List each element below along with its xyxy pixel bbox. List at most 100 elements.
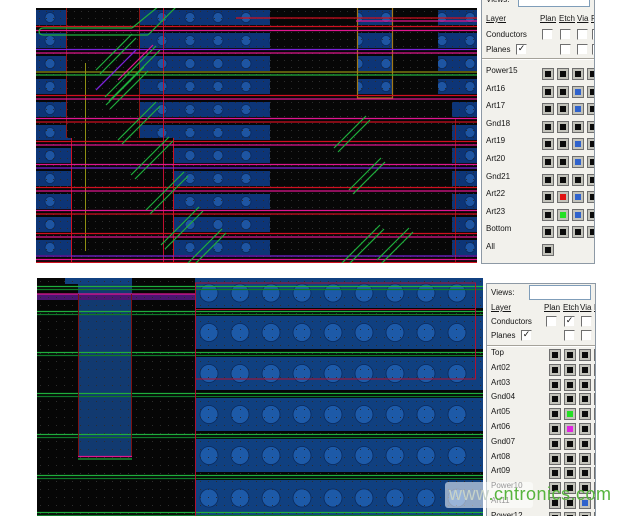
checkbox-checked[interactable]: ✓ [564,316,575,327]
color-swatch[interactable] [594,364,596,376]
color-swatch[interactable] [587,138,595,150]
color-swatch[interactable] [594,438,596,450]
color-swatch[interactable] [549,393,561,405]
color-swatch[interactable] [579,512,591,516]
color-swatch[interactable] [594,453,596,465]
column-header-plan[interactable]: Plan [544,303,560,312]
color-swatch[interactable] [542,209,554,221]
color-swatch[interactable] [564,423,576,435]
checkbox[interactable] [546,316,557,327]
color-swatch[interactable] [564,408,576,420]
checkbox[interactable] [577,29,588,40]
color-swatch[interactable] [549,408,561,420]
color-swatch[interactable] [557,138,569,150]
color-swatch[interactable] [557,209,569,221]
color-swatch[interactable] [579,423,591,435]
checkbox[interactable] [581,316,592,327]
color-swatch[interactable] [564,453,576,465]
column-header-plan[interactable]: Plan [540,14,556,23]
color-swatch[interactable] [572,121,584,133]
column-header-via[interactable]: Via [580,303,591,312]
color-swatch[interactable] [594,393,596,405]
color-swatch[interactable] [579,379,591,391]
color-swatch[interactable] [587,86,595,98]
color-swatch[interactable] [579,364,591,376]
column-header-via[interactable]: Via [577,14,588,23]
color-swatch[interactable] [587,226,595,238]
checkbox-checked[interactable]: ✓ [521,330,532,341]
color-swatch[interactable] [579,393,591,405]
color-swatch[interactable] [579,408,591,420]
color-swatch[interactable] [557,68,569,80]
color-swatch[interactable] [594,408,596,420]
checkbox[interactable] [560,29,571,40]
color-swatch[interactable] [542,244,554,256]
color-swatch[interactable] [549,467,561,479]
color-swatch[interactable] [572,86,584,98]
color-swatch[interactable] [587,121,595,133]
column-header-etch[interactable]: Etch [559,14,575,23]
checkbox-checked[interactable]: ✓ [516,44,527,55]
color-swatch[interactable] [587,68,595,80]
color-swatch[interactable] [542,174,554,186]
color-swatch[interactable] [594,349,596,361]
color-swatch[interactable] [557,156,569,168]
color-swatch[interactable] [542,121,554,133]
color-swatch[interactable] [549,453,561,465]
color-swatch[interactable] [564,467,576,479]
color-swatch[interactable] [549,364,561,376]
color-swatch[interactable] [572,156,584,168]
checkbox[interactable] [542,29,553,40]
color-swatch[interactable] [587,209,595,221]
color-swatch[interactable] [557,174,569,186]
checkbox[interactable] [564,330,575,341]
color-swatch[interactable] [557,121,569,133]
color-swatch[interactable] [564,364,576,376]
color-swatch[interactable] [587,156,595,168]
color-swatch[interactable] [594,379,596,391]
color-swatch[interactable] [579,438,591,450]
color-swatch[interactable] [542,226,554,238]
checkbox[interactable] [577,44,588,55]
color-swatch[interactable] [549,423,561,435]
color-swatch[interactable] [564,393,576,405]
color-swatch[interactable] [579,467,591,479]
color-swatch[interactable] [594,423,596,435]
color-swatch[interactable] [542,138,554,150]
color-swatch[interactable] [542,86,554,98]
color-swatch[interactable] [594,467,596,479]
color-swatch[interactable] [557,226,569,238]
color-swatch[interactable] [579,453,591,465]
color-swatch[interactable] [564,438,576,450]
layer-column-header[interactable]: Layer [491,303,511,312]
checkbox[interactable] [592,29,595,40]
color-swatch[interactable] [572,226,584,238]
pcb-layout-view-top[interactable] [36,8,477,263]
color-swatch[interactable] [542,191,554,203]
color-swatch[interactable] [572,68,584,80]
color-swatch[interactable] [564,512,576,516]
checkbox[interactable] [595,316,596,327]
color-swatch[interactable] [549,438,561,450]
color-swatch[interactable] [557,191,569,203]
views-input[interactable] [529,285,591,300]
color-swatch[interactable] [572,103,584,115]
color-swatch[interactable] [542,68,554,80]
color-swatch[interactable] [549,379,561,391]
column-header-etch[interactable]: Etch [563,303,579,312]
checkbox[interactable] [581,330,592,341]
color-swatch[interactable] [564,379,576,391]
color-swatch[interactable] [557,103,569,115]
color-swatch[interactable] [564,349,576,361]
color-swatch[interactable] [572,174,584,186]
color-swatch[interactable] [542,156,554,168]
layer-column-header[interactable]: Layer [486,14,506,23]
color-swatch[interactable] [557,86,569,98]
checkbox[interactable] [592,44,595,55]
color-swatch[interactable] [572,138,584,150]
color-swatch[interactable] [572,191,584,203]
color-swatch[interactable] [587,174,595,186]
color-swatch[interactable] [542,103,554,115]
pcb-layout-view-bottom[interactable] [37,278,483,516]
checkbox[interactable] [560,44,571,55]
